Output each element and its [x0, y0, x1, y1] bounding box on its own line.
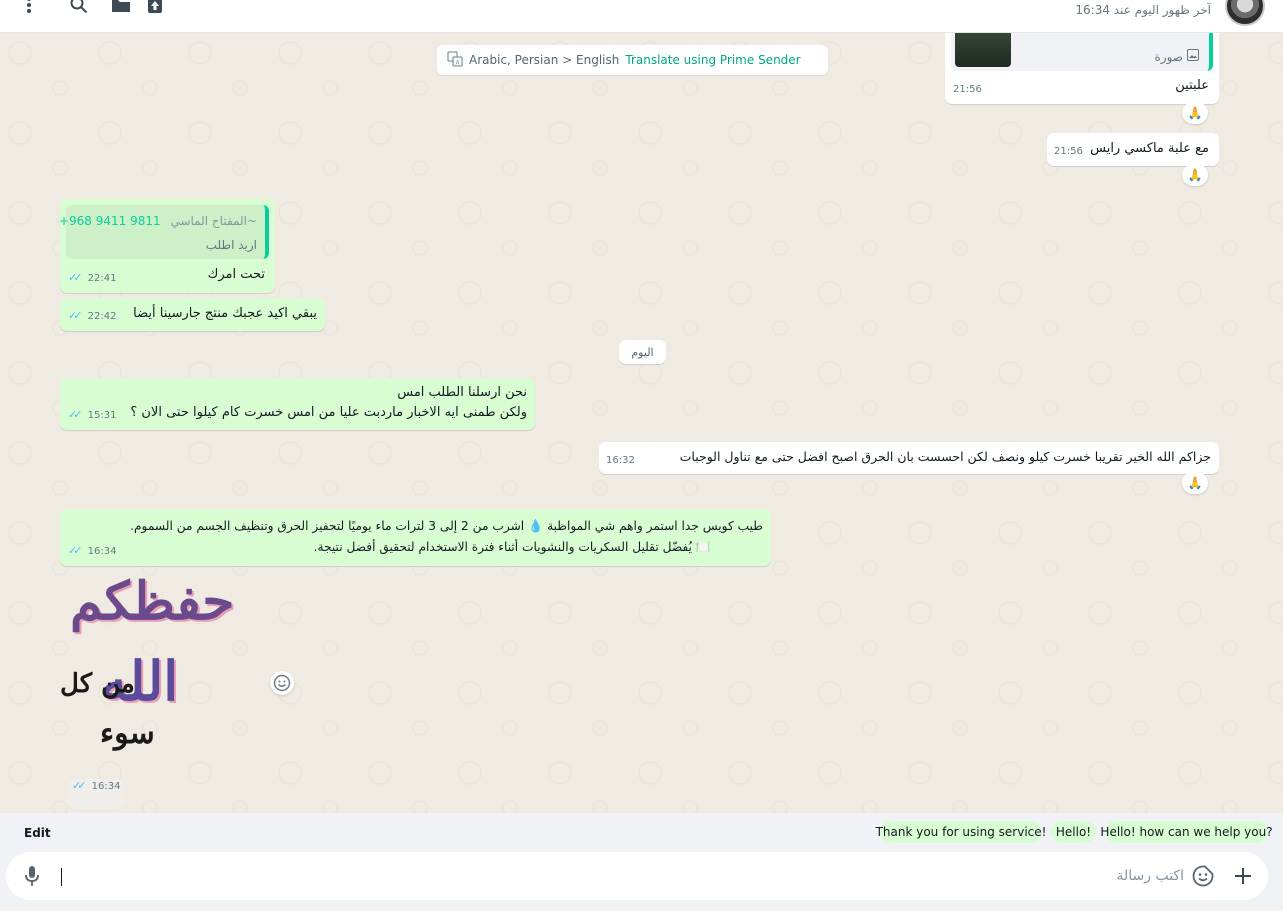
- message-time: 16:32: [606, 455, 635, 466]
- image-icon: [1187, 47, 1199, 67]
- message-text-line2: 🍽️ يُفضّل تقليل السكريات والنشويات أثناء…: [313, 540, 711, 554]
- reaction-badge[interactable]: 🙏: [1182, 472, 1208, 494]
- edit-quick-replies[interactable]: Edit: [24, 826, 51, 840]
- reaction-badge[interactable]: 🙏: [1182, 102, 1208, 124]
- quick-replies-bar: Edit Thank you for using service! Hello!…: [0, 813, 1283, 851]
- read-ticks-icon: ✓✓: [68, 408, 83, 421]
- search-icon[interactable]: [68, 0, 90, 16]
- sticker-text-line1: حفظكم: [70, 571, 235, 632]
- message-text: يبقي اكيد عجبك منتج جارسينا أيضا: [133, 306, 317, 321]
- translate-icon: A: [447, 50, 463, 70]
- quick-reply-chip[interactable]: Thank you for using service!: [876, 821, 1046, 843]
- message-text: تحت امرك: [207, 267, 265, 282]
- image-label: صورة: [1155, 47, 1199, 67]
- composer-box[interactable]: [6, 852, 1268, 900]
- sticker-message[interactable]: حفظكم الله من كل سوء: [60, 571, 260, 761]
- message-time: 21:56: [953, 84, 982, 95]
- quote-sender-name: ~المفتاح الماسي: [170, 214, 257, 228]
- message-composer: [0, 851, 1283, 911]
- folder-icon[interactable]: [110, 0, 132, 16]
- plus-icon[interactable]: [1231, 864, 1255, 888]
- read-ticks-icon: ✓✓: [72, 779, 87, 792]
- chat-area[interactable]: A Arabic, Persian > English Translate us…: [0, 33, 1283, 813]
- quoted-message[interactable]: ~المفتاح الماسي +968 9411 9811 اريد اطلب: [59, 205, 269, 259]
- quick-reply-chip[interactable]: Hello!: [1051, 821, 1096, 843]
- translate-languages: Arabic, Persian > English: [469, 53, 620, 67]
- menu-dots-icon[interactable]: [18, 0, 40, 16]
- quick-reply-chip[interactable]: Hello! how can we help you?: [1100, 821, 1273, 843]
- message-time: ✓✓ 16:34: [68, 544, 117, 557]
- product-image-thumbnail[interactable]: [955, 33, 1011, 67]
- read-ticks-icon: ✓✓: [68, 309, 83, 322]
- message-bubble-outgoing[interactable]: نحن ارسلنا الطلب امس ولكن طمنى ايه الاخب…: [60, 378, 535, 430]
- reaction-badge[interactable]: 🙏: [1182, 164, 1208, 186]
- image-reply-preview[interactable]: صورة: [951, 33, 1213, 71]
- message-bubble-outgoing[interactable]: يبقي اكيد عجبك منتج جارسينا أيضا ✓✓ 22:4…: [60, 298, 325, 331]
- avatar[interactable]: [1225, 0, 1265, 26]
- emoji-icon[interactable]: [270, 671, 294, 695]
- message-text-line1: نحن ارسلنا الطلب امس: [397, 385, 527, 400]
- read-ticks-icon: ✓✓: [68, 271, 83, 284]
- message-text: جزاكم الله الخير تقريبا خسرت كيلو ونصف ل…: [679, 449, 1211, 464]
- translate-link[interactable]: Translate using Prime Sender: [625, 53, 800, 67]
- read-ticks-icon: ✓✓: [68, 544, 83, 557]
- message-bubble-incoming[interactable]: مع علبة ماكسي رايس 21:56: [1047, 133, 1219, 166]
- upload-icon[interactable]: [144, 0, 166, 16]
- quote-sender-phone: +968 9411 9811: [58, 214, 161, 228]
- translate-bar: A Arabic, Persian > English Translate us…: [437, 45, 828, 75]
- quote-text: اريد اطلب: [205, 238, 257, 252]
- message-bubble-outgoing[interactable]: ~المفتاح الماسي +968 9411 9811 اريد اطلب…: [59, 199, 275, 293]
- sticker-icon[interactable]: [1191, 864, 1215, 888]
- chat-header: آخر ظهور اليوم عند 16:34: [0, 0, 1283, 33]
- message-time: ✓✓ 22:41: [68, 271, 117, 284]
- message-input[interactable]: [76, 862, 1184, 890]
- last-seen-status: آخر ظهور اليوم عند 16:34: [1075, 3, 1211, 17]
- sticker-time: ✓✓ 16:34: [68, 779, 125, 809]
- message-bubble-incoming[interactable]: جزاكم الله الخير تقريبا خسرت كيلو ونصف ل…: [599, 442, 1219, 474]
- message-time: ✓✓ 15:31: [68, 408, 117, 421]
- day-separator: اليوم: [619, 340, 666, 364]
- message-time: 21:56: [1054, 146, 1083, 157]
- sticker-text-line3: من كل: [60, 669, 135, 699]
- message-text: علبتين: [1175, 78, 1209, 93]
- sticker-text-line4: سوء: [100, 716, 155, 751]
- message-text-line1: طيب كويس جدا استمر واهم شي المواظبة 💧 اش…: [130, 519, 763, 533]
- message-bubble-incoming[interactable]: صورة علبتين 21:56: [945, 33, 1219, 104]
- message-text-line2: ولكن طمنى ايه الاخبار ماردبت عليا من امس…: [130, 405, 527, 420]
- message-text: مع علبة ماكسي رايس: [1090, 141, 1209, 156]
- microphone-icon[interactable]: [20, 864, 44, 888]
- message-time: ✓✓ 22:42: [68, 309, 117, 322]
- message-bubble-outgoing[interactable]: طيب كويس جدا استمر واهم شي المواظبة 💧 اش…: [60, 509, 771, 566]
- text-caret: [61, 868, 62, 886]
